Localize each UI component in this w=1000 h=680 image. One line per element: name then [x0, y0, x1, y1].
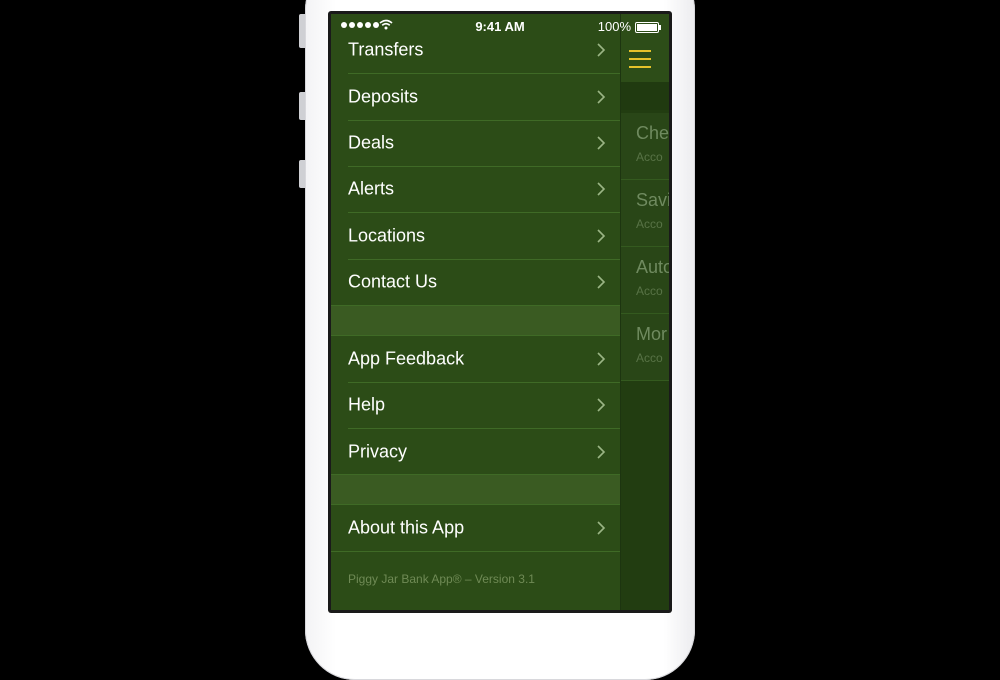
account-title: Savi [636, 190, 669, 210]
battery-icon [635, 22, 661, 33]
menu-item-deals[interactable]: Deals [331, 120, 620, 166]
chevron-right-icon [597, 90, 606, 104]
status-bar: 9:41 AM 100% [331, 14, 669, 38]
menu-item-contact-us[interactable]: Contact Us [331, 259, 620, 305]
menu-item-privacy[interactable]: Privacy [331, 429, 620, 475]
menu-item-label: Alerts [348, 178, 395, 199]
section-spacer [331, 305, 620, 336]
account-subtitle: Acco [636, 351, 663, 365]
screen: Transfers Deposits Deals Alerts Location… [331, 14, 669, 610]
chevron-right-icon [597, 136, 606, 150]
sub-header [621, 82, 669, 110]
menu-item-label: Transfers [348, 39, 424, 60]
chevron-right-icon [597, 445, 606, 459]
menu-item-label: Privacy [348, 441, 408, 462]
chevron-right-icon [597, 182, 606, 196]
menu-item-alerts[interactable]: Alerts [331, 166, 620, 212]
chevron-right-icon [597, 229, 606, 243]
account-row[interactable]: Mor Acco [621, 314, 669, 381]
menu-item-deposits[interactable]: Deposits [331, 74, 620, 120]
volume-up-button [299, 92, 305, 120]
account-title: Auto [636, 257, 669, 277]
chevron-right-icon [597, 275, 606, 289]
hamburger-menu-icon[interactable] [629, 50, 651, 68]
menu-item-label: Help [348, 394, 386, 415]
chevron-right-icon [597, 398, 606, 412]
volume-down-button [299, 160, 305, 188]
account-row[interactable]: Auto Acco [621, 247, 669, 314]
account-subtitle: Acco [636, 284, 663, 298]
menu-item-label: Locations [348, 225, 426, 246]
menu-item-locations[interactable]: Locations [331, 213, 620, 259]
account-subtitle: Acco [636, 150, 663, 164]
battery-percentage: 100% [597, 19, 631, 34]
menu-item-about-this-app[interactable]: About this App [331, 505, 620, 551]
chevron-right-icon [597, 352, 606, 366]
menu-item-label: App Feedback [348, 348, 465, 369]
chevron-right-icon [597, 43, 606, 57]
account-title: Che [636, 123, 669, 143]
section-spacer [331, 474, 620, 505]
menu-item-label: Contact Us [348, 271, 438, 292]
version-footer: Piggy Jar Bank App® – Version 3.1 [348, 572, 535, 586]
menu-item-label: About this App [348, 517, 465, 538]
menu-item-label: Deals [348, 132, 395, 153]
account-subtitle: Acco [636, 217, 663, 231]
side-menu: Transfers Deposits Deals Alerts Location… [331, 14, 620, 610]
mute-switch [299, 14, 305, 48]
menu-item-app-feedback[interactable]: App Feedback [331, 336, 620, 382]
account-row[interactable]: Savi Acco [621, 180, 669, 247]
account-row[interactable]: Che Acco [621, 113, 669, 180]
account-title: Mor [636, 324, 667, 344]
divider [331, 551, 620, 552]
menu-item-label: Deposits [348, 86, 419, 107]
main-content-peek[interactable]: Che Acco Savi Acco Auto Acco Mor Acco [620, 14, 669, 610]
chevron-right-icon [597, 521, 606, 535]
menu-item-help[interactable]: Help [331, 382, 620, 428]
